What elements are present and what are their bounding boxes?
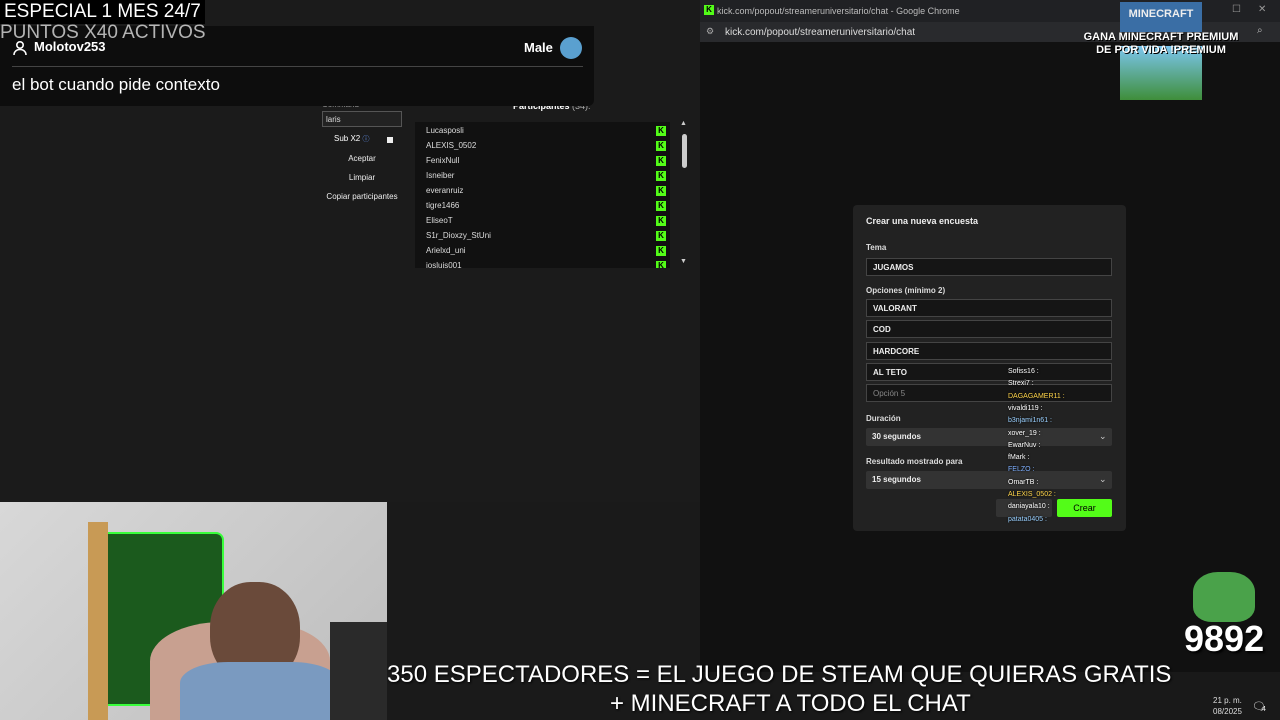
participant-item[interactable]: Lucasposli (426, 126, 464, 135)
zoom-icon[interactable]: ⌕ (1257, 25, 1263, 36)
tts-divider (12, 66, 583, 67)
options-label: Opciones (mínimo 2) (866, 286, 946, 295)
chat-message: vivaldi119 : (1008, 404, 1043, 412)
chat-message: FELZO : (1008, 466, 1035, 474)
taskbar-time: 21 p. m. (1213, 696, 1242, 705)
maximize-icon[interactable]: ☐ (1232, 4, 1241, 15)
tts-message: el bot cuando pide contexto (12, 75, 220, 94)
topic-input[interactable]: JUGAMOS (866, 258, 1112, 276)
kick-favicon-icon: K (704, 5, 714, 15)
stream-chat-overlay: Sofiss16 : Strexi7 : DAGAGAMER11 : vivaldi1… (1008, 368, 1118, 538)
subx2-checkbox[interactable] (387, 137, 393, 143)
option-1-input[interactable]: VALORANT (866, 299, 1112, 317)
minecraft-logo: MINECRAFT (1128, 8, 1194, 20)
participant-item[interactable]: Arielxd_uni (426, 246, 466, 255)
chat-message: DAGAGAMER11 : (1008, 392, 1065, 400)
address-url[interactable]: kick.com/popout/streameruniversitario/ch… (725, 27, 915, 38)
kick-logo-icon: K (656, 171, 666, 181)
chrome-window-title: kick.com/popout/streameruniversitario/ch… (717, 6, 960, 16)
chat-message: daniayala10 : (1008, 503, 1050, 511)
chat-message: xover_19 : (1008, 429, 1041, 437)
streamer-shirt (180, 662, 340, 720)
chat-message: Strexi7 : (1008, 380, 1034, 388)
participant-item[interactable]: EliseoT (426, 216, 453, 225)
tts-voice: Male (524, 40, 553, 55)
chat-message: fMark : (1008, 454, 1030, 462)
info-icon: ⓘ (362, 136, 370, 143)
participant-item[interactable]: S1r_Dioxzy_StUni (426, 231, 491, 240)
bottom-promo-line-1: 350 ESPECTADORES = EL JUEGO DE STEAM QUE… (387, 661, 1172, 688)
taskbar-date: 08/2025 (1213, 707, 1242, 716)
clear-button[interactable]: Limpiar (322, 170, 402, 186)
user-icon (13, 40, 27, 56)
option-2-input[interactable]: COD (866, 320, 1112, 338)
monitor (330, 622, 387, 720)
kick-logo-icon: K (656, 216, 666, 226)
chat-message: ALEXIS_0502 : (1008, 491, 1056, 498)
chat-message: patata0405 : (1008, 515, 1047, 523)
command-input[interactable] (322, 111, 402, 127)
kick-logo-icon: K (656, 201, 666, 211)
poll-modal-title: Crear una nueva encuesta (866, 216, 979, 226)
subx2-text: Sub X2 (334, 134, 361, 143)
result-duration-label: Resultado mostrado para (866, 457, 963, 466)
notification-count: 4 (1262, 706, 1266, 713)
scroll-down-icon[interactable]: ▼ (680, 258, 687, 265)
close-icon[interactable]: ✕ (1258, 4, 1266, 15)
participant-item[interactable]: ALEXIS_0502 (426, 141, 476, 150)
scroll-up-icon[interactable]: ▲ (680, 120, 687, 127)
kick-logo-icon: K (656, 141, 666, 151)
chat-message: OmarTB : (1008, 478, 1039, 486)
copy-participants-button[interactable]: Copiar participantes (322, 189, 402, 205)
promo-line-1: ESPECIAL 1 MES 24/7 (0, 0, 205, 24)
kick-logo-icon: K (656, 156, 666, 166)
webcam-feed (0, 502, 387, 720)
option-3-input[interactable]: HARDCORE (866, 342, 1112, 360)
bottom-promo-line-2: + MINECRAFT A TODO EL CHAT (610, 690, 971, 717)
chat-message: b3njami1n61 : (1008, 417, 1052, 425)
kick-logo-icon: K (656, 186, 666, 196)
participant-item[interactable]: tigre1466 (426, 201, 459, 210)
participant-item[interactable]: everanruiz (426, 186, 463, 195)
scroll-thumb[interactable] (682, 134, 687, 168)
chat-message: Sofiss16 : (1008, 368, 1039, 375)
minecraft-promo-text: GANA MINECRAFT PREMIUM DE POR VIDA !PREM… (1083, 31, 1239, 56)
wood-panel (88, 522, 108, 720)
viewer-counter: 9892 (1184, 618, 1265, 659)
participants-list[interactable]: Lucasposli K ALEXIS_0502 K FenixNull K Isneibe… (415, 122, 670, 268)
tts-username: Molotov253 (34, 39, 106, 54)
chat-message: EwarNuv : (1008, 441, 1041, 449)
pepe-emote (1193, 572, 1255, 622)
kick-logo-icon: K (656, 261, 666, 268)
kick-logo-icon: K (656, 246, 666, 256)
topic-label: Tema (866, 243, 887, 252)
taskbar-clock: 21 p. m. 08/2025 (1213, 695, 1242, 717)
duration-label: Duración (866, 414, 901, 423)
kick-logo-icon: K (656, 126, 666, 136)
participant-item[interactable]: josluis001 (426, 261, 462, 268)
subx2-label: Sub X2 ⓘ (334, 134, 369, 144)
kick-logo-icon: K (656, 231, 666, 241)
participant-item[interactable]: FenixNull (426, 156, 459, 165)
tts-voice-avatar (560, 37, 582, 59)
site-settings-icon[interactable]: ⚙ (706, 26, 714, 37)
accept-button[interactable]: Aceptar (322, 151, 402, 167)
participant-item[interactable]: Isneiber (426, 171, 454, 180)
